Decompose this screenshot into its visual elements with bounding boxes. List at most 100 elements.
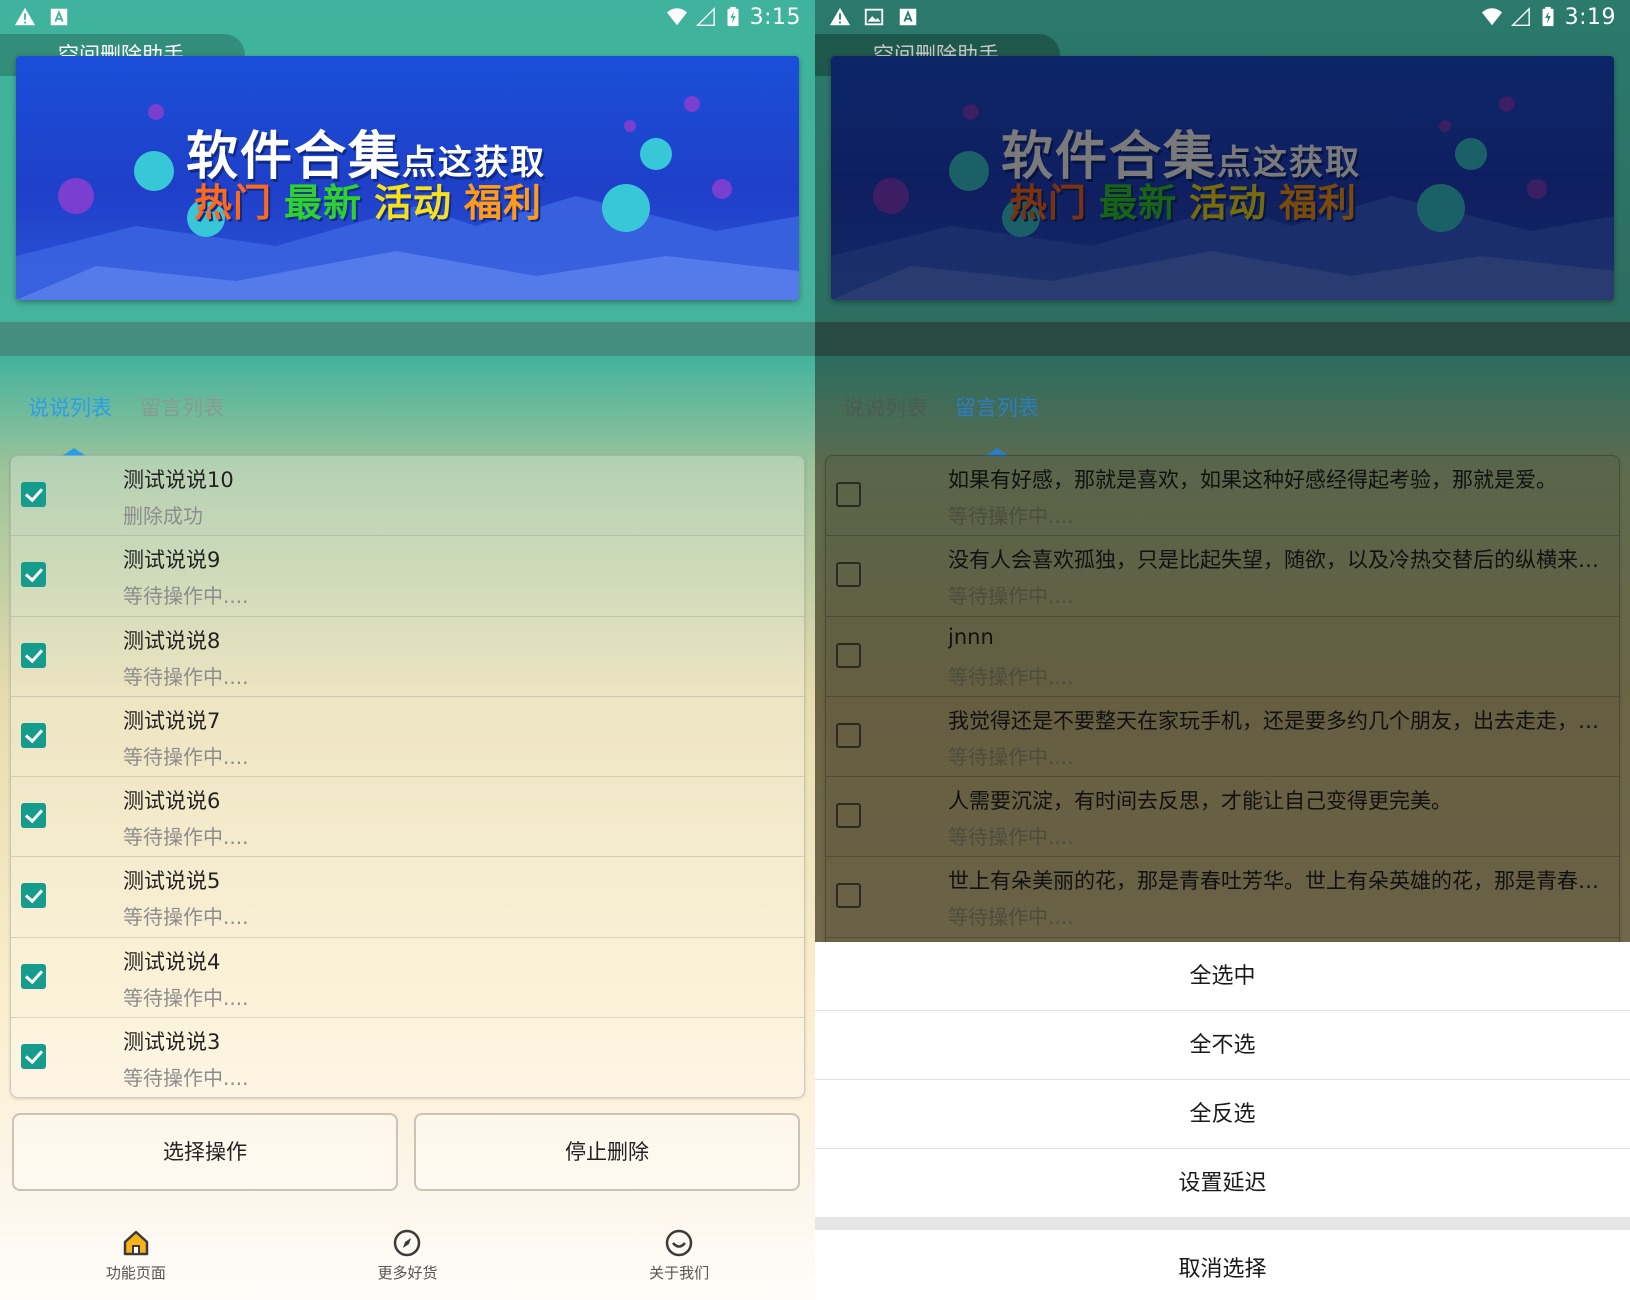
item-title: 测试说说7 — [123, 708, 221, 733]
list-item[interactable]: 人需要沉淀，有时间去反思，才能让自己变得更完美。 等待操作中.... — [826, 777, 1619, 858]
list-item[interactable]: 我觉得还是不要整天在家玩手机，还是要多约几个朋友，出去走走，然... 等待操作中… — [826, 697, 1619, 778]
checkbox-unchecked[interactable] — [836, 642, 861, 668]
item-title: 测试说说10 — [123, 468, 234, 492]
status-bar: 3:15 — [0, 0, 815, 34]
banner-word-welfare: 福利 — [464, 181, 543, 225]
checkbox-checked[interactable] — [21, 1044, 46, 1070]
checkbox-unchecked[interactable] — [836, 803, 861, 829]
divider-band — [0, 322, 815, 356]
banner-word-new: 最新 — [1099, 181, 1178, 225]
list-item[interactable]: 测试说说6 等待操作中.... — [11, 777, 804, 858]
item-status: 等待操作中.... — [948, 584, 1074, 609]
item-title: 测试说说8 — [123, 628, 221, 653]
home-icon — [123, 1230, 149, 1256]
item-title: 我觉得还是不要整天在家玩手机，还是要多约几个朋友，出去走走，然... — [948, 708, 1610, 733]
item-status: 等待操作中.... — [123, 664, 249, 689]
checkbox-checked[interactable] — [21, 482, 46, 507]
checkbox-unchecked[interactable] — [836, 883, 861, 909]
item-title: 测试说说5 — [123, 869, 221, 894]
screen-deleting-posts: 3:15 空间删除助手 软件合集点这获取 热门 最新 活动 福利 说说列表 留言… — [0, 0, 815, 1300]
bottom-nav: 功能页面 更多好货 关于我们 — [0, 1218, 815, 1300]
list-item[interactable]: 测试说说7 等待操作中.... — [11, 697, 804, 778]
status-time: 3:19 — [1564, 4, 1616, 30]
item-status: 等待操作中.... — [123, 584, 249, 609]
list-item[interactable]: 测试说说4 等待操作中.... — [11, 938, 804, 1019]
item-status: 等待操作中.... — [123, 744, 249, 769]
item-title: 如果有好感，那就是喜欢，如果这种好感经得起考验，那就是爱。 — [948, 468, 1557, 492]
banner-word-activity: 活动 — [1189, 181, 1268, 225]
item-status: 等待操作中.... — [123, 1066, 249, 1091]
checkbox-checked[interactable] — [21, 562, 46, 588]
nav-label-about-us: 关于我们 — [649, 1264, 710, 1282]
stop-delete-button[interactable]: 停止删除 — [414, 1113, 800, 1191]
select-none-option[interactable]: 全不选 — [815, 1011, 1630, 1080]
comment-list[interactable]: 如果有好感，那就是喜欢，如果这种好感经得起考验，那就是爱。 等待操作中.... … — [825, 455, 1620, 945]
checkbox-unchecked[interactable] — [836, 562, 861, 588]
item-status: 等待操作中.... — [948, 744, 1074, 769]
banner-tags: 热门 最新 活动 福利 — [194, 172, 542, 227]
list-item[interactable]: jnnn 等待操作中.... — [826, 617, 1619, 697]
checkbox-checked[interactable] — [21, 722, 46, 748]
item-status: 等待操作中.... — [948, 905, 1074, 930]
banner-word-welfare: 福利 — [1279, 181, 1358, 225]
nav-item-features[interactable]: 功能页面 — [66, 1218, 206, 1300]
checkbox-checked[interactable] — [21, 963, 46, 989]
image-notification-icon — [864, 8, 884, 26]
invert-selection-option[interactable]: 全反选 — [815, 1080, 1630, 1149]
tab-posts[interactable]: 说说列表 — [28, 392, 112, 456]
list-item[interactable]: 没有人会喜欢孤独，只是比起失望，随欲，以及冷热交替后的纵横来说... 等待操作中… — [826, 536, 1619, 617]
list-item[interactable]: 测试说说8 等待操作中.... — [11, 617, 804, 697]
battery-icon — [727, 6, 739, 27]
screen-comments-action-sheet: 3:19 空间删除助手 软件合集点这获取 热门 最新 活动 福利 说说列表 留言… — [815, 0, 1630, 1300]
list-item[interactable]: 世上有朵美丽的花，那是青春吐芳华。世上有朵英雄的花，那是青春放... 等待操作中… — [826, 857, 1619, 938]
checkbox-checked[interactable] — [21, 883, 46, 909]
item-status: 等待操作中.... — [123, 985, 249, 1010]
nav-item-about-us[interactable]: 关于我们 — [609, 1218, 749, 1300]
item-status: 等待操作中.... — [948, 664, 1074, 689]
tab-comments[interactable]: 留言列表 — [955, 392, 1039, 456]
post-list[interactable]: 测试说说10 删除成功 测试说说9 等待操作中.... 测试说说8 等待操作中.… — [10, 455, 805, 1098]
list-item[interactable]: 如果有好感，那就是喜欢，如果这种好感经得起考验，那就是爱。 等待操作中.... — [826, 456, 1619, 537]
checkbox-checked[interactable] — [21, 642, 46, 668]
tab-bar: 说说列表 留言列表 — [28, 392, 224, 456]
select-all-option[interactable]: 全选中 — [815, 942, 1630, 1011]
item-title: 测试说说9 — [123, 548, 221, 573]
list-item[interactable]: 测试说说5 等待操作中.... — [11, 857, 804, 938]
item-title: 测试说说6 — [123, 789, 221, 814]
list-item[interactable]: 测试说说3 等待操作中.... — [11, 1018, 804, 1097]
checkbox-unchecked[interactable] — [836, 722, 861, 748]
list-item[interactable]: 测试说说10 删除成功 — [11, 456, 804, 537]
item-status: 等待操作中.... — [123, 905, 249, 930]
nav-item-more-goods[interactable]: 更多好货 — [337, 1218, 477, 1300]
status-bar: 3:19 — [815, 0, 1630, 34]
tab-comments-label: 留言列表 — [955, 396, 1039, 420]
action-sheet: 全选中 全不选 全反选 设置延迟 取消选择 — [815, 942, 1630, 1300]
nav-label-more-goods: 更多好货 — [377, 1264, 438, 1282]
compass-icon — [394, 1229, 421, 1257]
item-status: 删除成功 — [123, 504, 203, 528]
item-status: 等待操作中.... — [948, 504, 1074, 528]
checkbox-checked[interactable] — [21, 803, 46, 829]
divider-band — [815, 322, 1630, 356]
tab-bar: 说说列表 留言列表 — [843, 392, 1039, 456]
set-delay-option[interactable]: 设置延迟 — [815, 1149, 1630, 1218]
tab-comments[interactable]: 留言列表 — [140, 392, 224, 422]
warning-icon — [14, 7, 36, 26]
item-title: 人需要沉淀，有时间去反思，才能让自己变得更完美。 — [948, 789, 1452, 814]
cancel-selection-button[interactable]: 取消选择 — [815, 1230, 1630, 1300]
tab-posts-label: 说说列表 — [843, 396, 927, 420]
tab-comments-label: 留言列表 — [140, 396, 224, 420]
select-action-button[interactable]: 选择操作 — [12, 1113, 398, 1191]
item-title: 测试说说4 — [123, 949, 221, 974]
tab-posts[interactable]: 说说列表 — [843, 392, 927, 422]
banner-word-hot: 热门 — [1009, 181, 1088, 225]
promo-banner[interactable]: 软件合集点这获取 热门 最新 活动 福利 — [16, 56, 799, 300]
wifi-icon — [1481, 8, 1502, 26]
tab-posts-label: 说说列表 — [28, 396, 112, 420]
checkbox-unchecked[interactable] — [836, 482, 861, 507]
battery-icon — [1542, 6, 1554, 27]
banner-tags: 热门 最新 活动 福利 — [1009, 172, 1357, 227]
item-title: 世上有朵美丽的花，那是青春吐芳华。世上有朵英雄的花，那是青春放... — [948, 869, 1610, 894]
list-item[interactable]: 测试说说9 等待操作中.... — [11, 536, 804, 617]
warning-icon — [829, 7, 851, 26]
